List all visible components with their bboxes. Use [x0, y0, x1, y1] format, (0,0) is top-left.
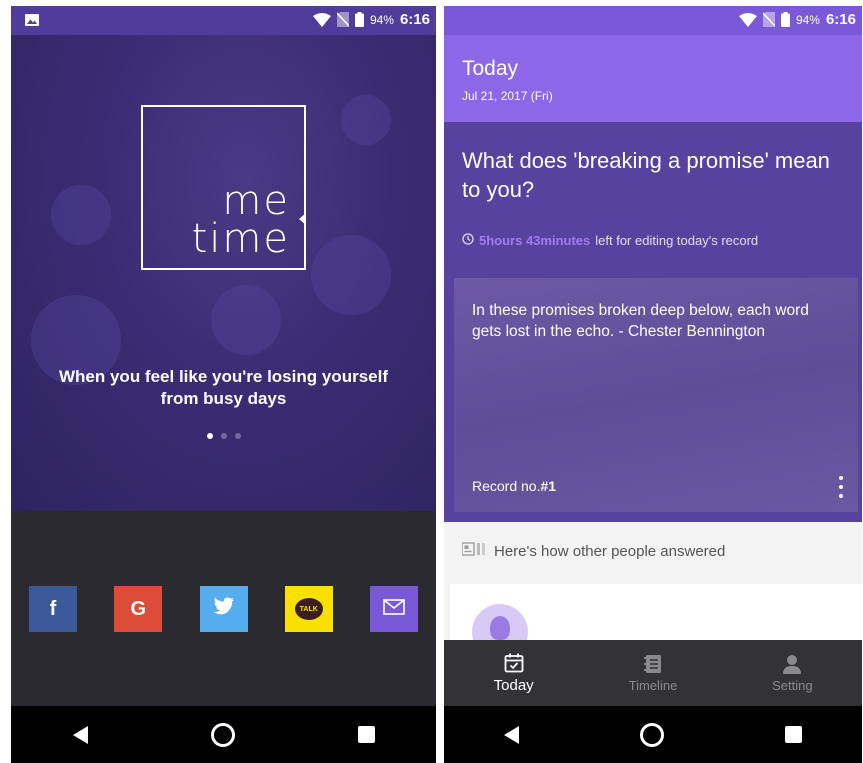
clock: 6:16	[399, 11, 430, 28]
clock: 6:16	[825, 11, 856, 28]
tab-today-label: Today	[493, 676, 534, 694]
logo-line-me: me	[222, 178, 290, 224]
system-nav-bar	[444, 706, 862, 763]
page-title: Today	[462, 57, 519, 80]
image-notification-icon	[25, 13, 39, 29]
wifi-icon	[312, 12, 331, 27]
metime-logo: me time	[141, 105, 306, 270]
timer-suffix: left for editing today's record	[595, 233, 759, 248]
email-login-button[interactable]	[370, 586, 418, 632]
status-bar: 94% 6:16	[11, 6, 436, 35]
others-answers-label: Here's how other people answered	[494, 542, 726, 560]
wifi-icon	[738, 12, 757, 27]
no-sim-icon	[336, 12, 349, 27]
recent-apps-icon[interactable]	[357, 726, 375, 743]
home-icon[interactable]	[639, 722, 664, 747]
kakaotalk-label: TALK	[299, 605, 318, 613]
envelope-icon	[383, 598, 405, 621]
home-icon[interactable]	[210, 722, 235, 747]
onboarding-screen: 94% 6:16 me time When you feel like you'…	[11, 6, 436, 763]
daily-question: What does 'breaking a promise' mean to y…	[462, 148, 830, 202]
hero-banner[interactable]: me time When you feel like you're losing…	[11, 35, 436, 511]
record-text: In these promises broken deep below, eac…	[472, 302, 809, 340]
person-icon	[782, 654, 802, 674]
tab-timeline[interactable]: Timeline	[583, 640, 722, 706]
record-number-value: #1	[540, 478, 557, 494]
page-date: Jul 21, 2017 (Fri)	[462, 89, 553, 103]
cards-icon	[461, 542, 486, 560]
page-dot-1[interactable]	[206, 433, 213, 439]
twitter-login-button[interactable]	[199, 586, 248, 632]
record-number: Record no.#1	[472, 478, 556, 494]
page-indicator[interactable]	[11, 433, 436, 439]
battery-icon	[780, 12, 790, 27]
battery-percent: 94%	[369, 12, 394, 27]
kakaotalk-login-button[interactable]: TALK	[284, 586, 333, 632]
record-label: Record no.	[472, 478, 541, 494]
facebook-login-button[interactable]: f	[29, 586, 77, 632]
back-icon[interactable]	[504, 725, 520, 744]
notebook-icon	[643, 654, 662, 674]
page-dot-2[interactable]	[220, 433, 227, 439]
social-login-row: f G TALK	[29, 586, 418, 632]
onboarding-tagline: When you feel like you're losing yoursel…	[58, 367, 388, 408]
edit-timer: 5hours 43minutes left for editing today'…	[462, 233, 758, 248]
tab-timeline-label: Timeline	[628, 677, 678, 693]
status-bar: 94% 6:16	[444, 6, 862, 35]
question-section: What does 'breaking a promise' mean to y…	[444, 122, 862, 522]
more-options-icon[interactable]	[836, 476, 846, 498]
calendar-check-icon	[504, 653, 524, 673]
tab-setting-label: Setting	[772, 677, 813, 693]
back-icon[interactable]	[72, 725, 88, 744]
logo-line-time: time	[191, 216, 290, 262]
facebook-icon: f	[49, 597, 57, 620]
kakaotalk-icon: TALK	[294, 598, 323, 620]
time-remaining: 5hours 43minutes	[479, 233, 591, 248]
google-icon: G	[130, 597, 147, 620]
battery-percent: 94%	[795, 12, 820, 27]
others-answers-header[interactable]: Here's how other people answered	[461, 542, 726, 560]
battery-icon	[354, 12, 364, 27]
logo-notch	[299, 213, 306, 225]
clock-icon	[462, 233, 474, 248]
app-bar: Today Jul 21, 2017 (Fri)	[444, 35, 862, 122]
today-screen: 94% 6:16 Today Jul 21, 2017 (Fri) What d…	[444, 6, 862, 763]
google-login-button[interactable]: G	[114, 586, 163, 632]
system-nav-bar	[11, 706, 436, 763]
twitter-bird-icon	[213, 597, 235, 621]
page-dot-3[interactable]	[234, 433, 241, 439]
record-card[interactable]: In these promises broken deep below, eac…	[454, 278, 858, 512]
recent-apps-icon[interactable]	[784, 726, 802, 743]
tab-setting[interactable]: Setting	[723, 640, 862, 706]
no-sim-icon	[762, 12, 775, 27]
tab-today[interactable]: Today	[444, 640, 583, 706]
bottom-tab-bar: Today Timeline Setting	[444, 640, 862, 706]
